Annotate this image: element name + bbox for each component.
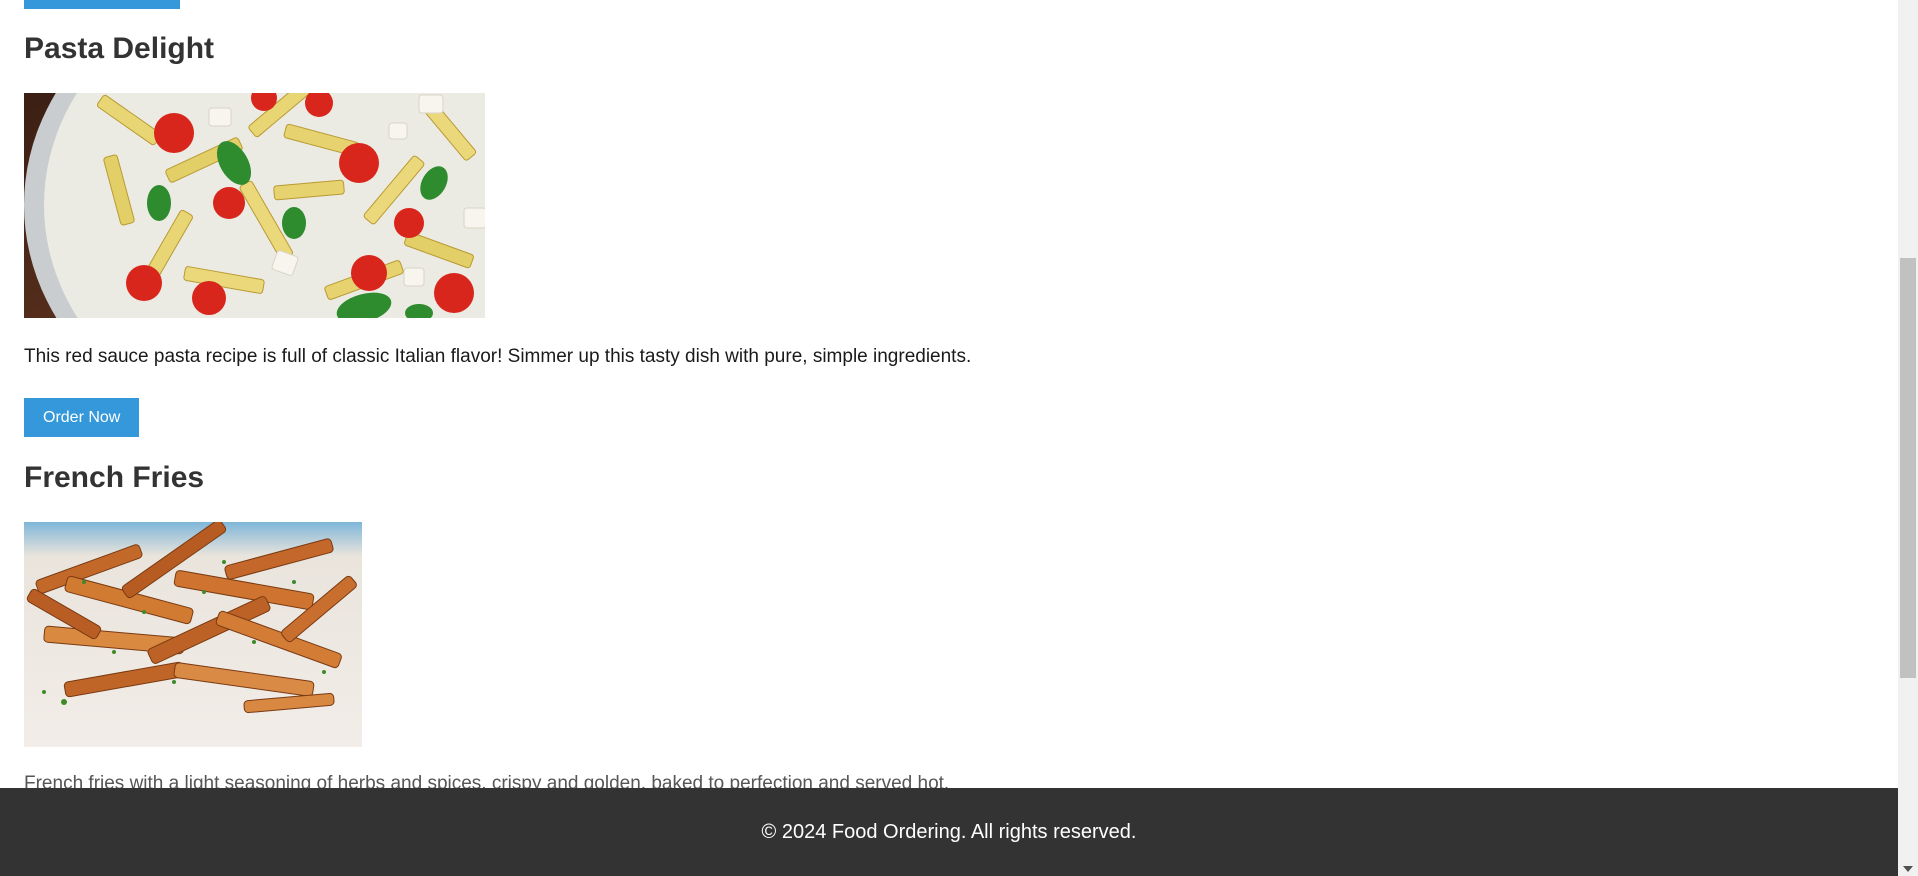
scrollbar-thumb[interactable] (1900, 258, 1916, 678)
order-now-button[interactable]: Order Now (24, 398, 140, 437)
item-title: French Fries (24, 461, 205, 494)
fries-image (24, 522, 362, 747)
previous-order-button[interactable] (24, 0, 180, 9)
footer-copyright: © 2024 Food Ordering. All rights reserve… (761, 820, 1137, 843)
page-viewport: Pasta Delight This red sauce pasta recip… (0, 0, 1898, 876)
pasta-image (24, 93, 485, 318)
fries-photo-illustration (24, 522, 362, 747)
pasta-photo-illustration (24, 93, 485, 318)
scroll-down-arrow-icon[interactable] (1903, 866, 1913, 872)
item-title: Pasta Delight (24, 32, 215, 65)
page-footer: © 2024 Food Ordering. All rights reserve… (0, 788, 1898, 876)
item-description: This red sauce pasta recipe is full of c… (24, 346, 972, 367)
vertical-scrollbar[interactable] (1898, 0, 1918, 876)
